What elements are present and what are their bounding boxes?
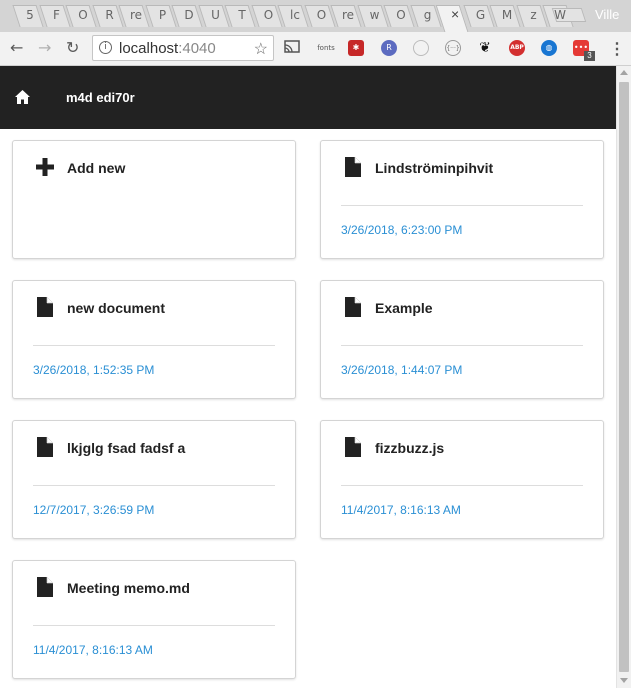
profile-name[interactable]: Ville	[595, 7, 619, 22]
document-card[interactable]: fizzbuzz.js 11/4/2017, 8:16:13 AM	[320, 420, 604, 539]
bookmark-star-icon[interactable]: ☆	[254, 39, 268, 59]
browser-tab-label: R	[105, 8, 114, 22]
card-date: 3/26/2018, 1:44:07 PM	[341, 363, 463, 377]
browser-tab-label: z	[530, 8, 537, 22]
card-date: 3/26/2018, 6:23:00 PM	[341, 223, 463, 237]
browser-tab-label: re	[129, 8, 143, 22]
forward-arrow-icon[interactable]: →	[38, 38, 51, 57]
reload-icon[interactable]: ↻	[66, 38, 79, 57]
fonts-extension-icon[interactable]: fonts	[316, 40, 336, 56]
browser-tab-label: W	[554, 8, 566, 22]
document-card[interactable]: lkjglg fsad fadsf a 12/7/2017, 3:26:59 PM	[12, 420, 296, 539]
cast-icon[interactable]	[284, 40, 300, 56]
card-date: 12/7/2017, 3:26:59 PM	[33, 503, 155, 517]
code-extension-icon[interactable]: {···}	[445, 40, 461, 56]
card-divider	[33, 625, 275, 626]
adblock-extension-icon[interactable]: ABP	[509, 40, 525, 56]
browser-menu-icon[interactable]: ⋮	[609, 39, 625, 59]
card-date: 11/4/2017, 8:16:13 AM	[341, 503, 461, 517]
card-title: Meeting memo.md	[67, 580, 190, 596]
add-new-card[interactable]: Add new	[12, 140, 296, 259]
browser-tab-label: G	[475, 8, 486, 22]
extension-badge: 3	[584, 51, 595, 61]
gnome-extension-icon[interactable]: ❦	[477, 40, 493, 56]
browser-tab-label: P	[158, 8, 167, 22]
file-icon	[37, 437, 53, 457]
page-scrollbar[interactable]	[616, 66, 631, 688]
r-extension-icon[interactable]: R	[381, 40, 397, 56]
scroll-down-arrow-icon[interactable]	[620, 678, 628, 683]
document-card[interactable]: Lindströminpihvit 3/26/2018, 6:23:00 PM	[320, 140, 604, 259]
url-port: :4040	[178, 40, 216, 57]
card-date: 11/4/2017, 8:16:13 AM	[33, 643, 153, 657]
home-icon[interactable]	[14, 89, 31, 105]
app-header: m4d edi70r	[0, 66, 616, 129]
browser-tab-label: D	[184, 8, 194, 22]
browser-tab-label: T	[238, 8, 246, 22]
browser-tab-label: O	[263, 8, 274, 22]
document-card[interactable]: Meeting memo.md 11/4/2017, 8:16:13 AM	[12, 560, 296, 679]
browser-tab-label: O	[316, 8, 327, 22]
browser-tab-strip: 5 F O Rre P D U T Olc Ore w Og × G Mz W Ville	[0, 0, 631, 32]
browser-tab-label: O	[78, 8, 88, 22]
card-title: Add new	[67, 160, 126, 176]
plus-icon	[35, 157, 54, 177]
document-card[interactable]: new document 3/26/2018, 1:52:35 PM	[12, 280, 296, 399]
tab-close-icon[interactable]: ×	[451, 6, 459, 22]
url-text: localhost:4040	[119, 40, 216, 57]
browser-tab-label: g	[423, 8, 432, 22]
browser-tab-label: w	[369, 8, 380, 22]
card-title: lkjglg fsad fadsf a	[67, 440, 186, 456]
card-divider	[341, 485, 583, 486]
card-date: 3/26/2018, 1:52:35 PM	[33, 363, 155, 377]
card-divider	[33, 485, 275, 486]
browser-tab-label: lc	[290, 8, 300, 22]
file-icon	[345, 437, 361, 457]
scroll-thumb[interactable]	[619, 82, 629, 672]
card-title: Example	[375, 300, 433, 316]
card-divider	[341, 205, 583, 206]
file-icon	[37, 297, 53, 317]
file-icon	[37, 577, 53, 597]
globe-extension-icon[interactable]: ◍	[541, 40, 557, 56]
card-title: new document	[67, 300, 166, 316]
file-icon	[345, 297, 361, 317]
card-divider	[33, 345, 275, 346]
card-title: Lindströminpihvit	[375, 160, 494, 176]
browser-toolbar: ← → ↻ i localhost:4040 ☆ fonts ✱ R {···}…	[0, 32, 631, 66]
brand-link[interactable]: m4d edi70r	[66, 90, 135, 105]
pesticide-extension-icon[interactable]: ✱	[348, 40, 364, 56]
browser-tab-label: F	[53, 8, 60, 22]
card-title: fizzbuzz.js	[375, 440, 445, 456]
back-arrow-icon[interactable]: ←	[10, 38, 23, 57]
document-card[interactable]: Example 3/26/2018, 1:44:07 PM	[320, 280, 604, 399]
scroll-up-arrow-icon[interactable]	[620, 70, 628, 75]
browser-tab-label: U	[211, 8, 220, 22]
url-host: localhost	[119, 40, 179, 57]
info-icon[interactable]: i	[99, 41, 112, 54]
address-bar[interactable]: i localhost:4040 ☆	[92, 35, 274, 61]
browser-tab-label: 5	[26, 8, 34, 22]
card-divider	[341, 345, 583, 346]
timer-extension-icon[interactable]	[413, 40, 429, 56]
browser-tab-label: M	[501, 8, 513, 22]
file-icon	[345, 157, 361, 177]
browser-tab-label: re	[341, 8, 355, 22]
browser-tab-label: O	[396, 8, 406, 22]
